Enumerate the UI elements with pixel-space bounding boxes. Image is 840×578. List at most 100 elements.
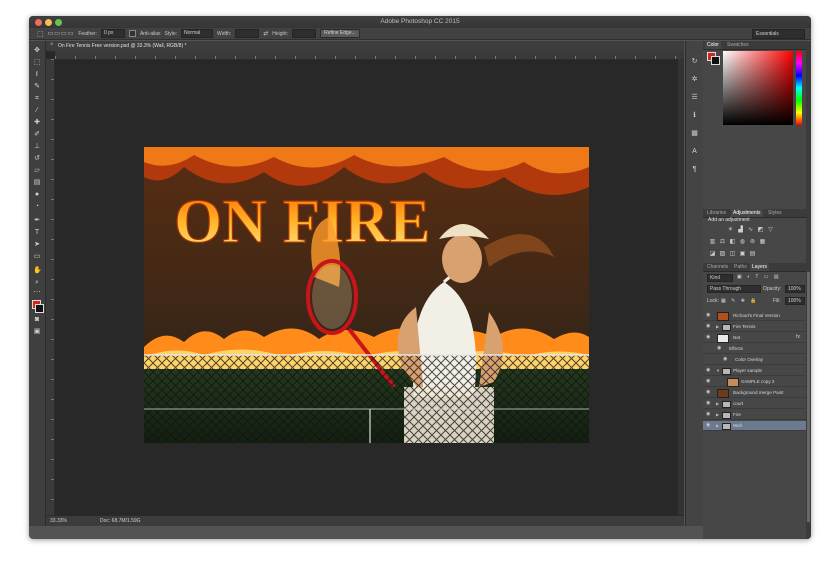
posterize-icon[interactable]: ▨ [719,251,726,257]
paragraph-panel-icon[interactable]: ¶ [690,165,699,174]
selection-mode-icons[interactable]: ▭▭▭▭ [48,30,75,37]
zoom-level[interactable]: 33.33% [50,518,67,524]
visibility-eye-icon[interactable]: ◉ [706,377,712,386]
invert-icon[interactable]: ◪ [709,251,716,257]
brush-icon[interactable]: ✐ [33,131,41,139]
photo-filter-icon[interactable]: ◍ [739,239,746,245]
threshold-icon[interactable]: ◫ [729,251,736,257]
layer-row[interactable]: ◉ ▶ Fire Tennis [703,322,806,332]
curves-icon[interactable]: ∿ [747,227,754,233]
layer-row[interactable]: ◉ ▶ court [703,399,806,409]
width-input[interactable] [235,29,260,38]
visibility-eye-icon[interactable]: ◉ [706,322,712,331]
hue-saturation-icon[interactable]: ▥ [709,239,716,245]
pen-icon[interactable]: ✒ [33,217,41,225]
feather-input[interactable]: 0 px [100,29,125,38]
visibility-eye-icon[interactable]: ◉ [706,388,712,397]
brightness-icon[interactable]: ☀ [727,227,734,233]
panel-scrollbar-thumb[interactable] [807,272,810,522]
layer-row[interactable]: ◉ ▶ Fire [703,410,806,420]
move-icon[interactable]: ✥ [33,47,41,55]
hand-icon[interactable]: ✋ [33,267,42,275]
effects-eye-icon[interactable]: ◉ [717,344,723,353]
visibility-eye-icon[interactable]: ◉ [706,366,712,375]
layer-row[interactable]: ◉ SAMPLE copy 2 [703,377,806,387]
tab-color[interactable]: Color [705,41,721,49]
vibrance-icon[interactable]: ▽ [767,227,774,233]
tab-styles[interactable]: Styles [766,210,784,216]
visibility-eye-icon[interactable]: ◉ [706,410,712,419]
layer-filter-icons[interactable]: ▣ ◐ T ▭ ▤ [737,274,781,280]
gradient-map-icon[interactable]: ▤ [749,251,756,257]
tab-adjustments[interactable]: Adjustments [731,209,763,217]
exposure-icon[interactable]: ◩ [757,227,764,233]
expand-triangle-icon[interactable]: ▶ [716,410,719,419]
layer-row[interactable]: ◉ ▼ Player sample [703,366,806,376]
collapse-triangle-icon[interactable]: ▼ [716,366,720,375]
marquee-tool-preset-icon[interactable]: ⬚ [37,30,44,38]
visibility-eye-icon[interactable]: ◉ [706,333,712,342]
shape-icon[interactable]: ▭ [33,253,41,261]
vertical-scrollbar[interactable] [678,59,684,516]
color-panel-background-swatch[interactable] [711,56,720,65]
blend-mode-select[interactable]: Pass Through [707,285,761,293]
layer-row[interactable]: ◉ Effects [703,344,806,354]
history-brush-icon[interactable]: ↺ [33,155,41,163]
dodge-icon[interactable]: ◔ [33,203,41,211]
path-select-icon[interactable]: ➤ [33,241,41,249]
layer-row-selected[interactable]: ◉ ▶ Wall [703,421,806,431]
color-balance-icon[interactable]: ⚖ [719,239,726,245]
swap-icon[interactable]: ⇄ [263,30,268,37]
background-color-swatch[interactable] [35,304,44,313]
layer-row[interactable]: ◉ Richard's Final Version [703,311,806,321]
quick-mask-icon[interactable]: ◙ [33,316,41,324]
black-white-icon[interactable]: ◧ [729,239,736,245]
close-tab-icon[interactable]: × [50,42,54,48]
layer-row[interactable]: ◉ Color Overlay [703,355,806,365]
layer-row[interactable]: ◉ Background merge Paint [703,388,806,398]
screen-mode-icon[interactable]: ▣ [33,328,41,336]
history-panel-icon[interactable]: ↻ [690,57,699,66]
eyedropper-icon[interactable]: ⁄ [33,107,41,115]
marquee-icon[interactable]: ⬚ [33,59,41,67]
info-panel-icon[interactable]: ℹ [690,111,699,120]
quick-select-icon[interactable]: ✎ [33,83,41,91]
stamp-icon[interactable]: ⊥ [33,143,41,151]
zoom-icon[interactable]: ⌕ [33,279,41,287]
character-panel-icon[interactable]: A [690,147,699,156]
opacity-input[interactable]: 100% [785,285,805,293]
type-icon[interactable]: T [33,229,41,237]
tab-paths[interactable]: Paths [732,264,749,270]
lasso-icon[interactable]: ℓ [33,71,41,79]
visibility-eye-icon[interactable]: ◉ [706,311,712,320]
tab-libraries[interactable]: Libraries [705,210,728,216]
workspace-select[interactable]: Essentials [752,29,805,39]
healing-icon[interactable]: ✚ [33,119,41,127]
layer-row[interactable]: ◉ Net fx [703,333,806,343]
fx-icon[interactable]: fx [796,333,800,342]
panel-scrollbar[interactable] [806,41,811,539]
height-input[interactable] [292,29,317,38]
refine-edge-button[interactable]: Refine Edge... [320,29,360,38]
blur-icon[interactable]: ● [33,191,41,199]
image-canvas[interactable]: ON FIRE [144,147,589,443]
levels-icon[interactable]: ▟ [737,227,744,233]
color-lookup-icon[interactable]: ▦ [759,239,766,245]
tab-channels[interactable]: Channels [705,264,730,270]
properties-panel-icon[interactable]: ☰ [690,93,699,102]
gradient-icon[interactable]: ▤ [33,179,41,187]
visibility-eye-icon[interactable]: ◉ [706,399,712,408]
effect-eye-icon[interactable]: ◉ [723,355,729,364]
edit-toolbar-icon[interactable]: ⋯ [33,289,41,297]
visibility-eye-icon[interactable]: ◉ [706,421,712,430]
tab-layers[interactable]: Layers [750,263,770,271]
color-picker-field[interactable] [723,51,793,125]
crop-icon[interactable]: ⌗ [33,95,41,103]
expand-triangle-icon[interactable]: ▶ [716,399,719,408]
fill-input[interactable]: 100% [785,297,805,305]
lock-icons[interactable]: ▦ ✎ ✥ 🔒 [721,298,759,304]
eraser-icon[interactable]: ▱ [33,167,41,175]
expand-triangle-icon[interactable]: ▶ [716,322,719,331]
brush-presets-icon[interactable]: ✲ [690,75,699,84]
expand-triangle-icon[interactable]: ▶ [716,421,719,430]
